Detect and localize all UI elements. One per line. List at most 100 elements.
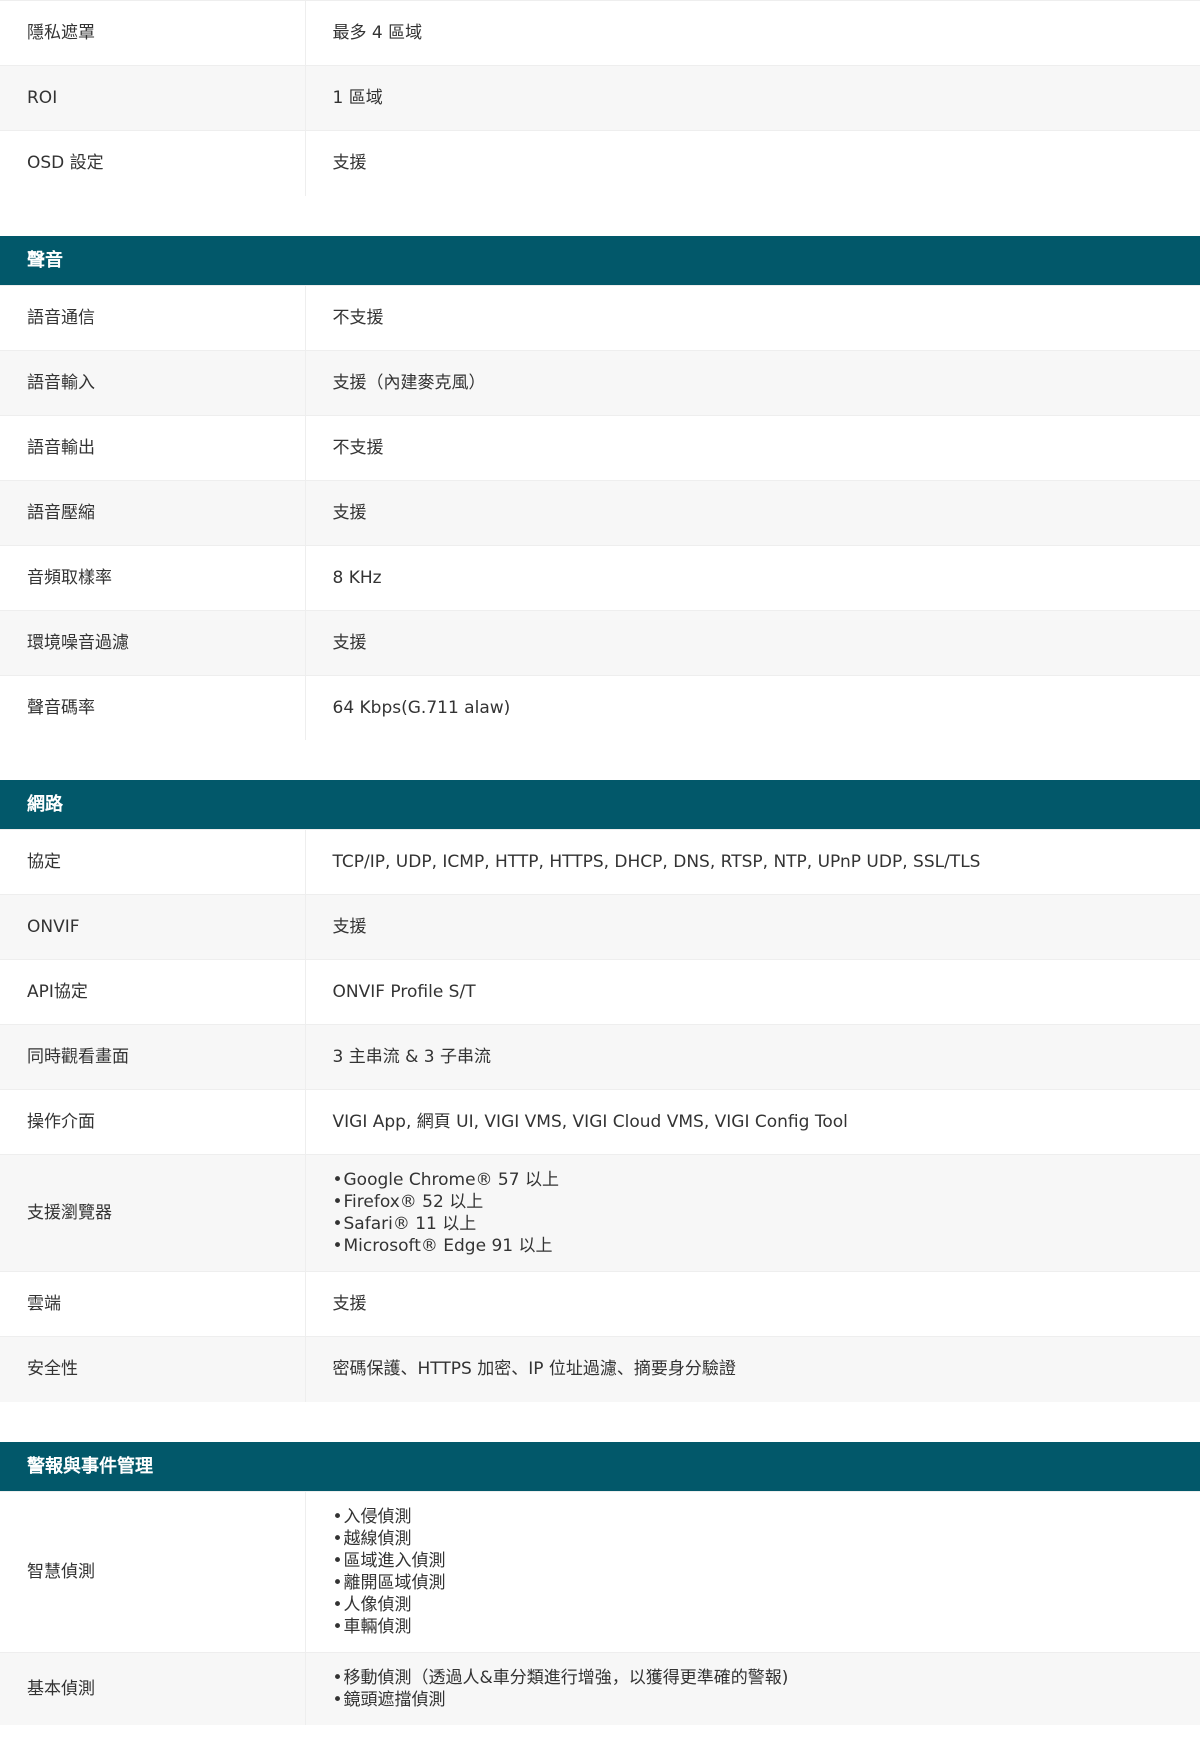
spec-row: 音頻取樣率 8 KHz [0, 544, 1200, 610]
bullet-text: 鏡頭遮擋偵測 [343, 1689, 446, 1710]
spec-value: ONVIF Profile S/T [305, 959, 1200, 1025]
bullet-item: •Microsoft® Edge 91 以上 [333, 1235, 1200, 1257]
bullet-text: 越線偵測 [343, 1528, 412, 1549]
spec-table: 協定 TCP/IP, UDP, ICMP, HTTP, HTTPS, DHCP, … [0, 829, 1200, 1402]
bullet-dot-icon: • [332, 1528, 343, 1549]
spec-label: ROI [0, 65, 306, 131]
spec-label: 安全性 [0, 1336, 306, 1402]
bullet-dot-icon: • [332, 1572, 343, 1593]
spec-label: 操作介面 [0, 1089, 306, 1155]
spec-label: ONVIF [0, 894, 306, 960]
bullet-item: •區域進入偵測 [333, 1550, 1200, 1572]
spec-value: 支援 [305, 479, 1200, 545]
bullet-text: Safari® 11 以上 [343, 1214, 477, 1234]
bullet-item: •鏡頭遮擋偵測 [333, 1689, 1200, 1711]
bullet-item: •越線偵測 [333, 1528, 1200, 1550]
spec-label: 支援瀏覽器 [0, 1154, 306, 1272]
spec-table: 語音通信 不支援 語音輸入 支援（內建麥克風） 語音輸出 不支援 語音壓縮 支援 音頻取樣率 8 … [0, 284, 1200, 740]
spec-row: 基本偵測 •移動偵測（透過人&車分類進行增強，以獲得更準確的警報) •鏡頭遮擋偵測 [0, 1651, 1200, 1725]
spec-value: 密碼保護、HTTPS 加密、IP 位址過濾、摘要身分驗證 [305, 1336, 1200, 1402]
spec-value: •移動偵測（透過人&車分類進行增強，以獲得更準確的警報) •鏡頭遮擋偵測 [305, 1651, 1200, 1725]
spec-value: 1 區域 [305, 65, 1200, 131]
spec-value: 支援 [305, 130, 1200, 196]
spec-row: 安全性 密碼保護、HTTPS 加密、IP 位址過濾、摘要身分驗證 [0, 1336, 1200, 1402]
bullet-text: 離開區域偵測 [343, 1572, 446, 1593]
bullet-dot-icon: • [332, 1170, 343, 1190]
spec-table: 智慧偵測 •入侵偵測 •越線偵測 •區域進入偵測 •離開區域偵測 •人像偵測 •車輛偵測 基本… [0, 1490, 1200, 1725]
spec-value: 支援 [305, 894, 1200, 960]
bullet-item: •車輛偵測 [333, 1616, 1200, 1638]
bullet-item: •移動偵測（透過人&車分類進行增強，以獲得更準確的警報) [333, 1667, 1200, 1689]
spec-value: •Google Chrome® 57 以上 •Firefox® 52 以上 •Saf… [305, 1154, 1200, 1272]
section-header: 警報與事件管理 [0, 1441, 1200, 1491]
bullet-item: •Google Chrome® 57 以上 [333, 1169, 1200, 1191]
bullet-text: 入侵偵測 [343, 1506, 412, 1527]
spec-value: 支援（內建麥克風） [305, 349, 1200, 415]
bullet-dot-icon: • [332, 1550, 343, 1571]
spec-value: 支援 [305, 609, 1200, 675]
spec-value: 3 主串流 & 3 子串流 [305, 1024, 1200, 1090]
bullet-dot-icon: • [332, 1506, 343, 1527]
spec-row: 聲音碼率 64 Kbps(G.711 alaw) [0, 674, 1200, 740]
bullet-dot-icon: • [332, 1689, 343, 1710]
bullet-text: 人像偵測 [343, 1594, 412, 1615]
bullet-dot-icon: • [332, 1192, 343, 1212]
bullet-list: •Google Chrome® 57 以上 •Firefox® 52 以上 •Saf… [333, 1169, 1200, 1257]
bullet-list: •移動偵測（透過人&車分類進行增強，以獲得更準確的警報) •鏡頭遮擋偵測 [333, 1667, 1200, 1711]
spec-row: 環境噪音過濾 支援 [0, 609, 1200, 675]
spec-row: 支援瀏覽器 •Google Chrome® 57 以上 •Firefox® 52 以… [0, 1154, 1200, 1272]
bullet-dot-icon: • [332, 1667, 343, 1688]
spec-value: 支援 [305, 1271, 1200, 1337]
bullet-text: Microsoft® Edge 91 以上 [343, 1236, 553, 1256]
spec-row: 雲端 支援 [0, 1271, 1200, 1337]
spec-row: ONVIF 支援 [0, 894, 1200, 960]
spec-row: API協定 ONVIF Profile S/T [0, 959, 1200, 1025]
spec-label: OSD 設定 [0, 130, 306, 196]
spec-label: 同時觀看畫面 [0, 1024, 306, 1090]
spec-row: ROI 1 區域 [0, 65, 1200, 131]
bullet-item: •Safari® 11 以上 [333, 1213, 1200, 1235]
spec-row: 同時觀看畫面 3 主串流 & 3 子串流 [0, 1024, 1200, 1090]
bullet-text: Firefox® 52 以上 [343, 1192, 484, 1212]
spec-label: 環境噪音過濾 [0, 609, 306, 675]
spec-value: 64 Kbps(G.711 alaw) [305, 674, 1200, 740]
bullet-item: •人像偵測 [333, 1594, 1200, 1616]
spec-value: 不支援 [305, 414, 1200, 480]
spec-row: 協定 TCP/IP, UDP, ICMP, HTTP, HTTPS, DHCP, … [0, 829, 1200, 895]
spec-value: 8 KHz [305, 544, 1200, 610]
spec-label: 聲音碼率 [0, 674, 306, 740]
spec-row: OSD 設定 支援 [0, 130, 1200, 196]
spec-row: 語音壓縮 支援 [0, 479, 1200, 545]
bullet-dot-icon: • [332, 1616, 343, 1637]
bullet-item: •Firefox® 52 以上 [333, 1191, 1200, 1213]
bullet-dot-icon: • [332, 1236, 343, 1256]
spec-label: 音頻取樣率 [0, 544, 306, 610]
spec-value: 最多 4 區域 [305, 0, 1200, 66]
bullet-text: Google Chrome® 57 以上 [343, 1170, 559, 1190]
spec-row: 操作介面 VIGI App, 網頁 UI, VIGI VMS, VIGI Clou… [0, 1089, 1200, 1155]
spec-sheet: 隱私遮罩 最多 4 區域 ROI 1 區域 OSD 設定 支援 聲音 語音通信 不支援 語音輸入支… [0, 0, 1200, 1725]
spec-value: •入侵偵測 •越線偵測 •區域進入偵測 •離開區域偵測 •人像偵測 •車輛偵測 [305, 1490, 1200, 1652]
bullet-item: •入侵偵測 [333, 1506, 1200, 1528]
spec-row: 語音輸入 支援（內建麥克風） [0, 349, 1200, 415]
spec-label: API協定 [0, 959, 306, 1025]
bullet-item: •離開區域偵測 [333, 1572, 1200, 1594]
bullet-dot-icon: • [332, 1214, 343, 1234]
spec-row: 語音通信 不支援 [0, 284, 1200, 350]
spec-label: 基本偵測 [0, 1651, 306, 1725]
spec-row: 語音輸出 不支援 [0, 414, 1200, 480]
section-header: 聲音 [0, 235, 1200, 285]
spec-label: 語音輸出 [0, 414, 306, 480]
spec-value: VIGI App, 網頁 UI, VIGI VMS, VIGI Cloud VM… [305, 1089, 1200, 1155]
spec-table: 隱私遮罩 最多 4 區域 ROI 1 區域 OSD 設定 支援 [0, 0, 1200, 196]
bullet-text: 車輛偵測 [343, 1616, 412, 1637]
spec-label: 語音壓縮 [0, 479, 306, 545]
spec-value: TCP/IP, UDP, ICMP, HTTP, HTTPS, DHCP, DN… [305, 829, 1200, 895]
bullet-dot-icon: • [332, 1594, 343, 1615]
bullet-text: 移動偵測（透過人&車分類進行增強，以獲得更準確的警報) [343, 1667, 789, 1688]
spec-label: 語音輸入 [0, 349, 306, 415]
spec-label: 協定 [0, 829, 306, 895]
spec-label: 語音通信 [0, 284, 306, 350]
bullet-list: •入侵偵測 •越線偵測 •區域進入偵測 •離開區域偵測 •人像偵測 •車輛偵測 [333, 1506, 1200, 1638]
